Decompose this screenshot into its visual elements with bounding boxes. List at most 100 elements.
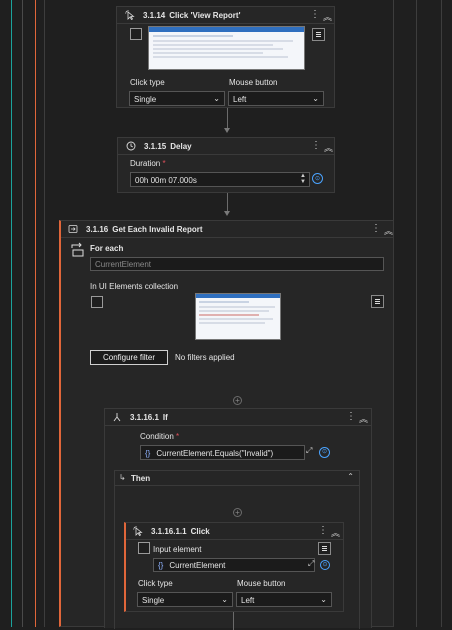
collapse-chevrons-icon[interactable]: ︽: [324, 141, 333, 154]
element-checkbox[interactable]: [130, 28, 142, 40]
collection-label: In UI Elements collection: [90, 282, 179, 291]
mouse-click-icon: [123, 10, 137, 20]
variable-picker-icon[interactable]: ⊙: [312, 173, 323, 184]
collapse-chevrons-icon[interactable]: ︽: [359, 412, 368, 425]
step-number: 3.1.14: [143, 10, 166, 20]
add-step-icon[interactable]: +: [233, 508, 242, 517]
mouse-button-select[interactable]: Left ⌄: [236, 592, 332, 607]
flow-arrow-icon: [224, 211, 230, 216]
condition-input[interactable]: {} CurrentElement.Equals("Invalid"): [140, 445, 305, 460]
step-number: 3.1.16.1.1: [151, 526, 187, 536]
click-type-label: Click type: [138, 579, 173, 588]
collapse-chevrons-icon[interactable]: ︽: [323, 10, 332, 23]
step-title: If: [162, 412, 168, 422]
chevron-down-icon: ⌄: [320, 595, 327, 604]
input-element-label: Input element: [153, 545, 202, 554]
grey-rail: [22, 0, 23, 627]
chevron-up-icon[interactable]: ⌃: [347, 472, 354, 481]
mouse-button-value: Left: [233, 95, 247, 104]
expand-editor-icon[interactable]: ⤢: [306, 446, 317, 458]
step-if[interactable]: 3.1.16.1 If ⋮ ︽ Condition * {} CurrentEle…: [104, 408, 372, 630]
step-header: 3.1.15 Delay: [118, 138, 334, 155]
braces-icon: {}: [158, 561, 164, 570]
more-dots-icon[interactable]: ⋮: [346, 411, 356, 422]
configure-filter-button[interactable]: Configure filter: [90, 350, 168, 365]
expand-editor-icon[interactable]: ⤢: [308, 559, 314, 569]
then-section: ↳ Then ⌃ + 3.1.16.1.1 Click ⋮ ︽ Input el…: [114, 470, 360, 630]
collection-checkbox[interactable]: [91, 296, 103, 308]
duration-label: Duration *: [130, 159, 166, 168]
flow-connector: [233, 612, 234, 630]
more-dots-icon[interactable]: ⋮: [371, 223, 381, 234]
mouse-button-value: Left: [241, 596, 255, 605]
flow-connector: [227, 108, 228, 128]
click-type-label: Click type: [130, 78, 165, 87]
clock-icon: [124, 141, 138, 151]
branch-icon: [110, 412, 124, 422]
input-element-field[interactable]: {} CurrentElement: [153, 558, 315, 572]
input-element-checkbox[interactable]: [138, 542, 150, 554]
grey-rail: [441, 0, 442, 627]
condition-value: CurrentElement.Equals("Invalid"): [156, 449, 274, 458]
mouse-button-label: Mouse button: [237, 579, 286, 588]
mouse-button-label: Mouse button: [229, 78, 278, 87]
braces-icon: {}: [145, 449, 151, 458]
then-header[interactable]: ↳ Then ⌃: [115, 471, 359, 486]
configure-filter-label: Configure filter: [102, 353, 156, 362]
step-header: 3.1.16.1 If: [105, 409, 371, 426]
flow-connector: [227, 193, 228, 211]
click-type-value: Single: [142, 596, 165, 605]
step-delay[interactable]: 3.1.15 Delay ⋮ ︽ Duration * 00h 00m 07.0…: [117, 137, 335, 193]
mouse-button-select[interactable]: Left ⌄: [228, 91, 324, 106]
step-header: 3.1.14 Click 'View Report': [117, 7, 334, 24]
variable-picker-icon[interactable]: ⊙: [319, 447, 330, 458]
more-dots-icon[interactable]: ⋮: [318, 525, 328, 536]
chevron-down-icon: ⌄: [312, 94, 319, 103]
hamburger-icon[interactable]: [371, 295, 384, 308]
more-dots-icon[interactable]: ⋮: [310, 9, 320, 20]
duration-input[interactable]: 00h 00m 07.000s ▲ ▼: [130, 172, 310, 187]
click-type-select[interactable]: Single ⌄: [129, 91, 225, 106]
variable-picker-icon[interactable]: ⊙: [320, 560, 330, 570]
then-arrow-icon: ↳: [119, 473, 126, 482]
loop-icon: [70, 242, 86, 258]
step-title: Click 'View Report': [169, 10, 241, 20]
more-dots-icon[interactable]: ⋮: [311, 140, 321, 151]
step-title: Get Each Invalid Report: [112, 224, 203, 234]
collapse-chevrons-icon[interactable]: ︽: [331, 526, 340, 539]
then-label: Then: [131, 474, 151, 483]
element-screenshot-thumbnail: [148, 26, 305, 70]
step-header: 3.1.16.1.1 Click: [126, 523, 343, 540]
add-step-icon[interactable]: +: [233, 396, 242, 405]
for-each-label: For each: [90, 244, 124, 253]
step-header: 3.1.16 Get Each Invalid Report: [61, 221, 393, 238]
mouse-click-icon: [131, 526, 145, 536]
collapse-chevrons-icon[interactable]: ︽: [384, 224, 393, 237]
orange-rail: [35, 0, 36, 627]
step-number: 3.1.16: [86, 224, 109, 234]
condition-label: Condition *: [140, 432, 180, 441]
step-title: Delay: [170, 141, 192, 151]
hamburger-icon[interactable]: [318, 542, 331, 555]
click-type-value: Single: [134, 95, 157, 104]
step-click-view-report[interactable]: 3.1.14 Click 'View Report' ⋮ ︽ Click typ…: [116, 6, 335, 108]
spinner-icon[interactable]: ▲ ▼: [300, 173, 306, 185]
loop-icon: [66, 224, 80, 234]
step-title: Click: [190, 526, 210, 536]
step-number: 3.1.16.1: [130, 412, 159, 422]
duration-value: 00h 00m 07.000s: [135, 176, 197, 185]
grey-rail: [44, 0, 45, 627]
step-number: 3.1.15: [144, 141, 167, 151]
current-element-placeholder: CurrentElement: [95, 260, 152, 269]
step-click[interactable]: 3.1.16.1.1 Click ⋮ ︽ Input element {} Cur…: [124, 522, 344, 612]
filters-status: No filters applied: [175, 353, 235, 362]
grey-rail: [416, 0, 417, 627]
flow-arrow-icon: [224, 128, 230, 133]
hamburger-icon[interactable]: [312, 28, 325, 41]
click-type-select[interactable]: Single ⌄: [137, 592, 233, 607]
collection-screenshot-thumbnail: [195, 293, 281, 340]
step-for-each[interactable]: 3.1.16 Get Each Invalid Report ⋮ ︽ For e…: [59, 220, 394, 630]
chevron-down-icon: ⌄: [213, 94, 220, 103]
current-element-field[interactable]: CurrentElement: [90, 257, 384, 271]
chevron-down-icon: ⌄: [221, 595, 228, 604]
